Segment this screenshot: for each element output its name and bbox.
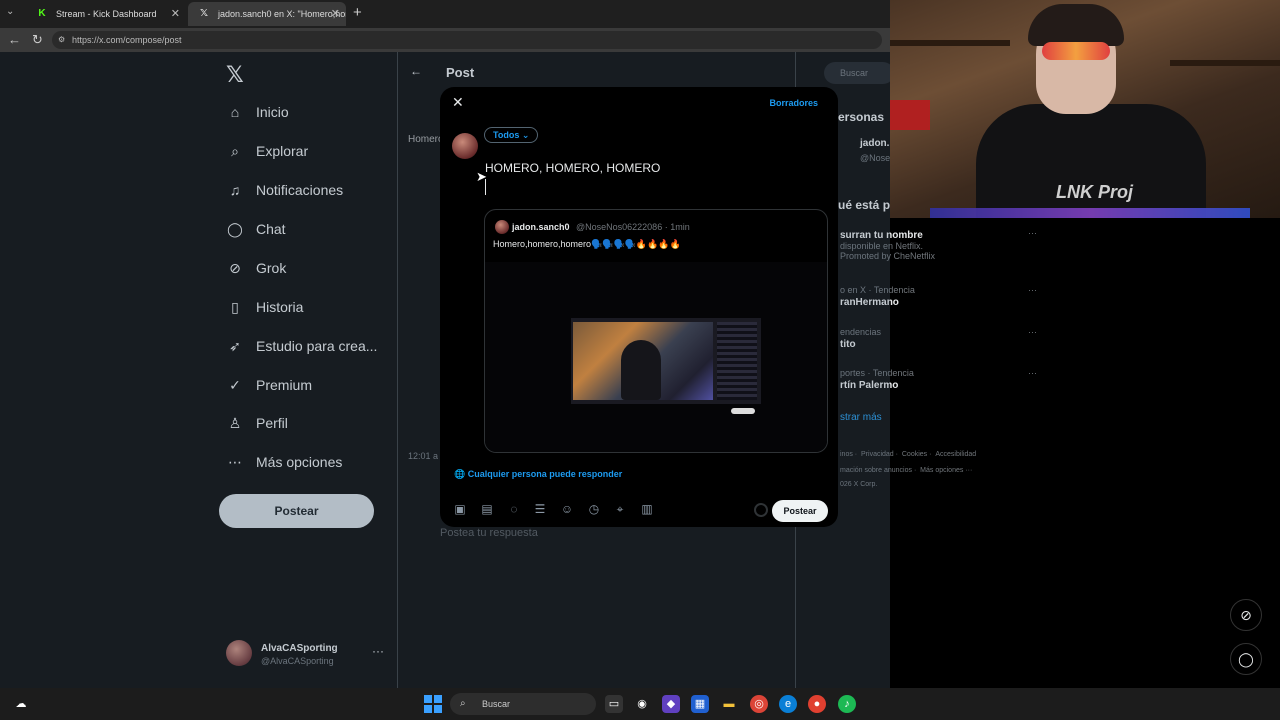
close-tab-icon[interactable]: ✕ <box>171 2 180 26</box>
more-icon[interactable]: ··· <box>1028 368 1037 378</box>
x-icon: 𝕏 <box>199 8 209 19</box>
windows-start-icon[interactable] <box>424 695 442 713</box>
schedule-icon[interactable]: ◷ <box>586 501 602 517</box>
quoted-video[interactable] <box>485 262 827 452</box>
weather-icon[interactable]: ☁ <box>12 695 30 713</box>
location-icon[interactable]: ⌖ <box>612 501 628 517</box>
quoted-author-name: jadon.sanch0 <box>512 222 570 232</box>
close-icon[interactable]: ✕ <box>452 94 464 111</box>
tab-menu-icon[interactable]: ⌄ <box>6 6 14 17</box>
person-hair <box>1028 4 1124 46</box>
tab-kick[interactable]: K Stream - Kick Dashboard ✕ <box>26 2 186 26</box>
address-bar-row: ← ↻ ⚙ https://x.com/compose/post <box>0 28 890 52</box>
shelf <box>890 40 1010 46</box>
site-info-icon[interactable]: ⚙ <box>58 31 65 49</box>
keyboard-rgb <box>930 208 1250 218</box>
poll-icon[interactable]: ☰ <box>532 501 548 517</box>
more-icon[interactable]: ··· <box>1028 228 1037 238</box>
emoji-icon[interactable]: ☺ <box>559 501 575 517</box>
compose-textarea[interactable]: HOMERO, HOMERO, HOMERO <box>485 161 660 175</box>
drafts-button[interactable]: Borradores <box>769 98 818 108</box>
search-icon: ⌕ <box>460 698 466 709</box>
gif-icon[interactable]: ▤ <box>479 501 495 517</box>
new-tab-button[interactable]: + <box>353 4 362 21</box>
bold-icon[interactable]: ▥ <box>639 501 655 517</box>
image-icon[interactable]: ▣ <box>452 501 468 517</box>
m365-icon[interactable]: ◆ <box>662 695 680 713</box>
chevron-down-icon: ⌄ <box>521 130 530 140</box>
recorder-icon[interactable]: ● <box>808 695 826 713</box>
compose-modal: ✕ Borradores Todos ⌄ HOMERO, HOMERO, HOM… <box>440 87 838 527</box>
quoted-post-text: Homero,homero,homero🗣️🗣️🗣️🗣️🔥🔥🔥🔥 <box>493 239 681 249</box>
store-icon[interactable]: ▦ <box>691 695 709 713</box>
grok-fab-icon[interactable]: ⊘ <box>1230 599 1262 631</box>
webcam-frame <box>573 322 713 400</box>
reply-settings[interactable]: 🌐 Cualquier persona puede responder <box>454 469 622 480</box>
taskbar-search[interactable]: ⌕ Buscar <box>450 693 596 715</box>
avatar <box>452 133 478 159</box>
quoted-author-handle: @NoseNos06222086 · 1min <box>576 222 690 232</box>
kick-icon: K <box>38 8 46 19</box>
decoration <box>890 100 930 130</box>
character-counter <box>754 503 768 517</box>
more-icon[interactable]: ··· <box>1028 285 1037 295</box>
audience-selector[interactable]: Todos ⌄ <box>484 127 539 143</box>
person-silhouette <box>621 340 661 400</box>
close-tab-icon[interactable]: ✕ <box>331 2 340 26</box>
browser-tabbar: ⌄ K Stream - Kick Dashboard ✕ 𝕏 jadon.sa… <box>0 0 890 28</box>
edge-icon[interactable]: e <box>779 695 797 713</box>
reload-icon[interactable]: ↻ <box>32 32 43 48</box>
taskbar: ☁ ⌕ Buscar ▭ ◉ ◆ ▦ ▬ ◎ e ● ♪ <box>0 688 1280 720</box>
chrome-icon[interactable]: ◎ <box>750 695 768 713</box>
video-progress-pill <box>731 408 755 414</box>
webcam-overlay: LNK Proj <box>890 0 1280 218</box>
messages-fab-icon[interactable]: ◯ <box>1230 643 1262 675</box>
mouse-cursor-icon: ➤ <box>476 169 487 184</box>
tab-label: Stream - Kick Dashboard <box>56 9 157 19</box>
spotify-icon[interactable]: ♪ <box>838 695 856 713</box>
app-icon[interactable]: ◉ <box>633 695 651 713</box>
sunglasses <box>1042 42 1110 60</box>
quoted-post[interactable]: jadon.sanch0 @NoseNos06222086 · 1min Hom… <box>484 209 828 453</box>
task-view-icon[interactable]: ▭ <box>605 695 623 713</box>
globe-icon: 🌐 <box>454 469 466 479</box>
tab-x-post[interactable]: 𝕏 jadon.sanch0 en X: "Homero,hom ✕ <box>188 2 346 26</box>
shirt-text: LNK Proj <box>1056 182 1134 202</box>
avatar <box>495 220 509 234</box>
chat-panel <box>717 322 757 400</box>
tab-label: jadon.sanch0 en X: "Homero,hom <box>218 9 346 19</box>
folder-icon[interactable]: ▬ <box>720 695 738 713</box>
url-field[interactable]: ⚙ https://x.com/compose/post <box>52 31 882 49</box>
back-icon[interactable]: ← <box>8 32 21 47</box>
post-button[interactable]: Postear <box>772 500 828 522</box>
more-icon[interactable]: ··· <box>1028 327 1037 337</box>
grok-icon[interactable]: ◌ <box>506 501 522 517</box>
shelf <box>1170 60 1280 66</box>
video-thumbnail <box>571 318 761 404</box>
